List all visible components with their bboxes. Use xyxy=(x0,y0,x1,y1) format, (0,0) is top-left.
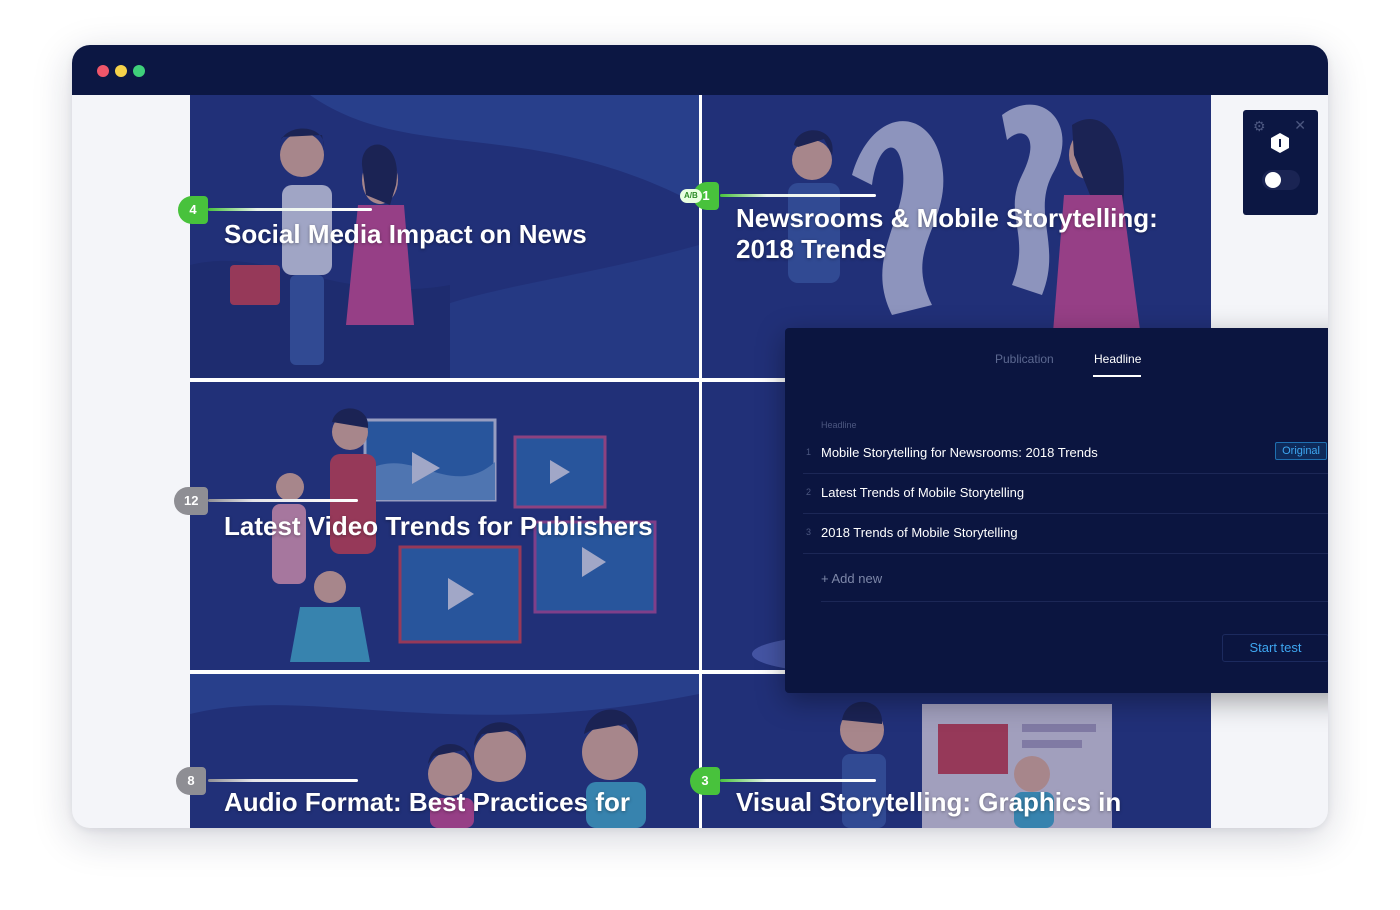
maximize-window-button[interactable] xyxy=(133,65,145,77)
toggle-knob xyxy=(1265,172,1281,188)
gear-icon[interactable]: ⚙ xyxy=(1253,118,1266,135)
close-window-button[interactable] xyxy=(97,65,109,77)
close-icon[interactable]: ✕ xyxy=(1294,117,1306,134)
headline-field-label: Headline xyxy=(821,420,857,430)
rank-indicator-line xyxy=(720,194,876,197)
original-tag: Original xyxy=(1275,442,1327,460)
article-grid: 4 Social Media Impact on News A/B 1 News… xyxy=(174,95,1328,828)
headline-variant-row[interactable]: 1 Mobile Storytelling for Newsrooms: 201… xyxy=(803,434,1328,474)
variant-text[interactable]: Latest Trends of Mobile Storytelling xyxy=(821,485,1024,500)
variant-number: 3 xyxy=(806,527,812,537)
article-title[interactable]: Audio Format: Best Practices for xyxy=(224,787,630,818)
article-title[interactable]: Newsrooms & Mobile Storytelling: 2018 Tr… xyxy=(736,203,1196,265)
variant-number: 2 xyxy=(806,487,812,497)
page-content: 4 Social Media Impact on News A/B 1 News… xyxy=(72,95,1328,828)
browser-window: 4 Social Media Impact on News A/B 1 News… xyxy=(72,45,1328,828)
headline-variant-row[interactable]: 2 Latest Trends of Mobile Storytelling xyxy=(803,474,1328,514)
variant-number: 1 xyxy=(806,447,812,457)
rank-indicator-line xyxy=(208,208,372,211)
rank-badge: 8 xyxy=(176,767,206,795)
tab-publication[interactable]: Publication xyxy=(995,352,1054,366)
article-title[interactable]: Visual Storytelling: Graphics in xyxy=(736,787,1121,818)
enable-toggle[interactable] xyxy=(1262,170,1300,190)
variant-text[interactable]: Mobile Storytelling for Newsrooms: 2018 … xyxy=(821,445,1098,460)
extension-widget: ⚙ ✕ xyxy=(1243,110,1318,215)
active-tab-indicator xyxy=(1093,375,1141,377)
rank-indicator-line xyxy=(208,779,358,782)
article-title[interactable]: Social Media Impact on News xyxy=(224,219,587,250)
tab-headline[interactable]: Headline xyxy=(1094,352,1141,366)
title-bar xyxy=(72,45,1328,95)
add-new-variant-row[interactable]: + Add new xyxy=(821,558,1328,602)
headline-test-panel: Publication Headline Headline 1 Mobile S… xyxy=(785,328,1328,693)
minimize-window-button[interactable] xyxy=(115,65,127,77)
rank-indicator-line xyxy=(720,779,876,782)
rank-badge: 4 xyxy=(178,196,208,224)
hexagon-logo-icon xyxy=(1271,133,1289,153)
add-new-link[interactable]: + Add new xyxy=(821,571,882,586)
start-test-button[interactable]: Start test xyxy=(1222,634,1328,662)
rank-badge: 3 xyxy=(690,767,720,795)
article-title[interactable]: Latest Video Trends for Publishers xyxy=(224,511,653,542)
rank-badge: 12 xyxy=(174,487,209,515)
rank-indicator-line xyxy=(208,499,358,502)
headline-variant-row[interactable]: 3 2018 Trends of Mobile Storytelling xyxy=(803,514,1328,554)
ab-test-badge: A/B xyxy=(680,189,702,203)
variant-text[interactable]: 2018 Trends of Mobile Storytelling xyxy=(821,525,1018,540)
